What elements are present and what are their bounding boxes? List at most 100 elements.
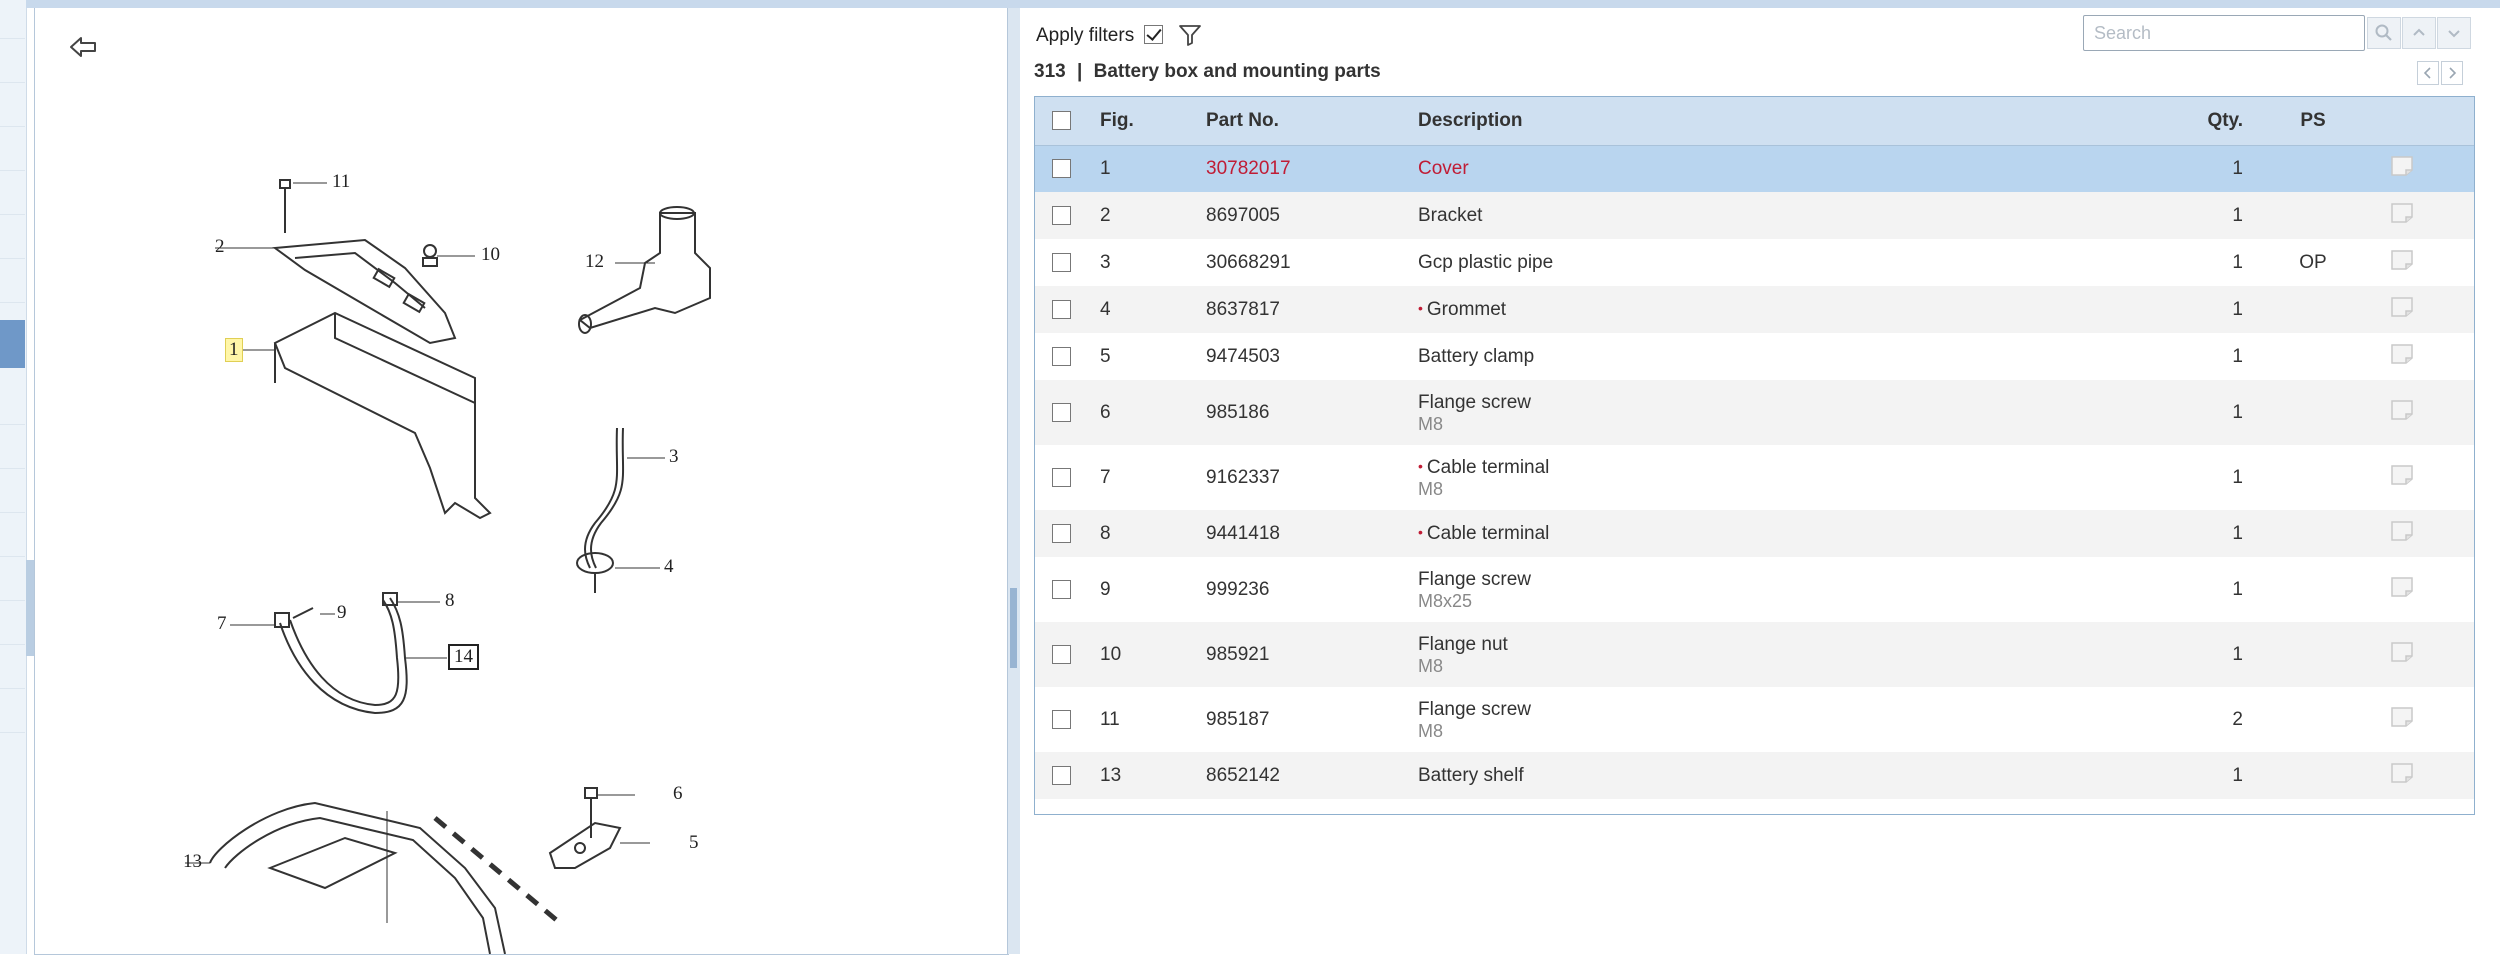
table-row[interactable]: 6 985186 Flange screw M8 1 — [1035, 380, 2474, 445]
row-checkbox[interactable] — [1051, 299, 1071, 319]
table-row[interactable]: 8 9441418 • Cable terminal 1 — [1035, 510, 2474, 557]
panel-splitter[interactable] — [1007, 8, 1021, 954]
table-row[interactable]: 11 985187 Flange screw M8 2 — [1035, 687, 2474, 752]
nav-strip-row[interactable] — [0, 468, 25, 513]
nav-strip-row[interactable] — [0, 258, 25, 303]
table-row[interactable]: 2 8697005 Bracket 1 — [1035, 192, 2474, 239]
table-row[interactable]: 1 30782017 Cover 1 — [1035, 145, 2474, 192]
description-text: Flange screw — [1418, 698, 1531, 720]
nav-strip-row[interactable] — [0, 644, 25, 689]
note-icon[interactable] — [2389, 575, 2415, 599]
filter-icon[interactable] — [1177, 22, 1203, 48]
nav-strip-row[interactable] — [0, 688, 25, 733]
part-number-cell[interactable]: 985921 — [1206, 622, 1418, 687]
column-header-qty[interactable]: Qty. — [2143, 97, 2243, 146]
nav-strip-selected-row[interactable] — [0, 320, 25, 368]
callout-14[interactable]: 14 — [448, 644, 479, 670]
fig-cell: 4 — [1100, 298, 1111, 320]
table-row[interactable]: 4 8637817 • Grommet 1 — [1035, 286, 2474, 333]
search-input[interactable] — [2083, 15, 2365, 51]
note-icon[interactable] — [2389, 640, 2415, 664]
table-row[interactable]: 3 30668291 Gcp plastic pipe 1 OP — [1035, 239, 2474, 286]
search-button[interactable] — [2367, 17, 2401, 49]
description-cell: Cover — [1418, 145, 2143, 192]
note-icon[interactable] — [2389, 519, 2415, 543]
left-collapse-handle[interactable] — [26, 560, 34, 656]
column-header-description[interactable]: Description — [1418, 97, 2143, 146]
part-number-cell[interactable]: 30668291 — [1206, 239, 1418, 286]
nav-strip-row[interactable] — [0, 512, 25, 557]
select-all-checkbox[interactable] — [1051, 111, 1071, 131]
callout-13[interactable]: 13 — [183, 851, 202, 873]
callout-6[interactable]: 6 — [673, 783, 683, 805]
callout-8[interactable]: 8 — [445, 590, 455, 612]
note-icon[interactable] — [2389, 705, 2415, 729]
callout-10[interactable]: 10 — [481, 244, 500, 266]
row-checkbox[interactable] — [1051, 346, 1071, 366]
nav-strip-row[interactable] — [0, 170, 25, 215]
note-icon[interactable] — [2389, 295, 2415, 319]
nav-strip-row[interactable] — [0, 0, 25, 39]
previous-result-button[interactable] — [2402, 17, 2436, 49]
note-icon[interactable] — [2389, 154, 2415, 178]
nav-strip-row[interactable] — [0, 556, 25, 601]
callout-7[interactable]: 7 — [217, 613, 227, 635]
part-number-cell[interactable]: 8697005 — [1206, 192, 1418, 239]
row-checkbox[interactable] — [1051, 159, 1071, 179]
next-group-button[interactable] — [2441, 61, 2463, 85]
note-icon[interactable] — [2389, 342, 2415, 366]
table-row[interactable]: 5 9474503 Battery clamp 1 — [1035, 333, 2474, 380]
note-icon[interactable] — [2389, 398, 2415, 422]
row-checkbox[interactable] — [1051, 644, 1071, 664]
column-header-fig[interactable]: Fig. — [1087, 97, 1206, 146]
part-number-cell[interactable]: 30782017 — [1206, 145, 1418, 192]
apply-filters-checkbox[interactable] — [1144, 25, 1163, 44]
previous-group-button[interactable] — [2417, 61, 2439, 85]
nav-strip-row[interactable] — [0, 126, 25, 171]
nav-strip-row[interactable] — [0, 600, 25, 645]
note-icon[interactable] — [2389, 761, 2415, 785]
part-number-cell[interactable]: 9474503 — [1206, 333, 1418, 380]
next-result-button[interactable] — [2437, 17, 2471, 49]
note-icon[interactable] — [2389, 201, 2415, 225]
table-row[interactable]: 7 9162337 • Cable terminal M8 1 — [1035, 445, 2474, 510]
part-number-cell[interactable]: 9162337 — [1206, 445, 1418, 510]
callout-12[interactable]: 12 — [585, 251, 604, 273]
row-checkbox[interactable] — [1051, 252, 1071, 272]
splitter-grip[interactable] — [1010, 588, 1017, 668]
nav-strip-row[interactable] — [0, 82, 25, 127]
nav-strip-row[interactable] — [0, 380, 25, 425]
callout-5[interactable]: 5 — [689, 832, 699, 854]
callout-3[interactable]: 3 — [669, 446, 679, 468]
note-icon[interactable] — [2389, 463, 2415, 487]
callout-1[interactable]: 1 — [225, 338, 243, 362]
nav-strip-row[interactable] — [0, 424, 25, 469]
callout-4[interactable]: 4 — [664, 556, 674, 578]
table-row[interactable]: 13 8652142 Battery shelf 1 — [1035, 752, 2474, 799]
description-text: Battery clamp — [1418, 345, 1535, 367]
nav-strip-row[interactable] — [0, 38, 25, 83]
row-checkbox[interactable] — [1051, 467, 1071, 487]
part-number-cell[interactable]: 985186 — [1206, 380, 1418, 445]
part-number-cell[interactable]: 8652142 — [1206, 752, 1418, 799]
row-checkbox[interactable] — [1051, 765, 1071, 785]
note-icon[interactable] — [2389, 248, 2415, 272]
note-icon-graphic — [2391, 202, 2413, 223]
part-number-cell[interactable]: 999236 — [1206, 557, 1418, 622]
row-checkbox[interactable] — [1051, 402, 1071, 422]
row-checkbox[interactable] — [1051, 579, 1071, 599]
table-row[interactable]: 9 999236 Flange screw M8x25 1 — [1035, 557, 2474, 622]
column-header-part-no[interactable]: Part No. — [1206, 97, 1418, 146]
part-number-cell[interactable]: 9441418 — [1206, 510, 1418, 557]
column-header-ps[interactable]: PS — [2243, 97, 2383, 146]
table-row[interactable]: 10 985921 Flange nut M8 1 — [1035, 622, 2474, 687]
callout-9[interactable]: 9 — [337, 602, 347, 624]
part-number-cell[interactable]: 8637817 — [1206, 286, 1418, 333]
nav-strip-row[interactable] — [0, 214, 25, 259]
row-checkbox[interactable] — [1051, 205, 1071, 225]
part-number-cell[interactable]: 985187 — [1206, 687, 1418, 752]
callout-2[interactable]: 2 — [215, 236, 225, 258]
row-checkbox[interactable] — [1051, 709, 1071, 729]
row-checkbox[interactable] — [1051, 523, 1071, 543]
callout-11[interactable]: 11 — [332, 171, 350, 193]
